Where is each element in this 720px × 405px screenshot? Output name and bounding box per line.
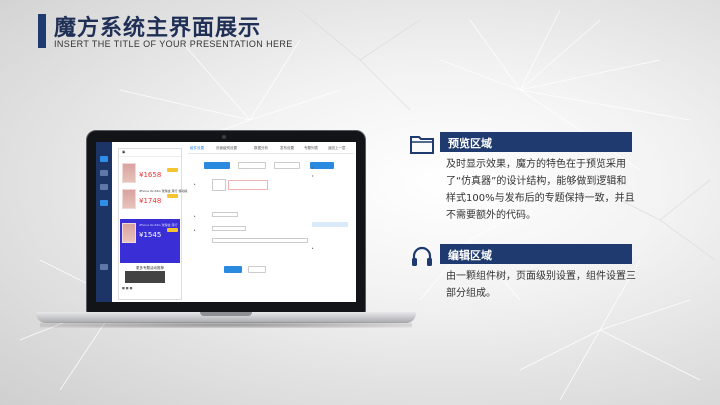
bottom-strip: ■ ■ ■ bbox=[122, 286, 133, 290]
sidebar-item-pages[interactable] bbox=[100, 184, 108, 190]
tab-publish-settings[interactable]: 发布设置 bbox=[280, 146, 294, 151]
buy-button[interactable] bbox=[167, 228, 178, 232]
sidebar-item-settings[interactable] bbox=[100, 264, 108, 270]
tab-back[interactable]: 返回上一层 bbox=[328, 146, 346, 151]
tree-node[interactable] bbox=[312, 214, 348, 219]
component-button[interactable] bbox=[204, 162, 230, 169]
product-price: ¥1748 bbox=[139, 197, 162, 205]
title-field[interactable] bbox=[212, 212, 238, 217]
tab-page-settings[interactable]: 页面级别设置 bbox=[216, 146, 237, 151]
link-select[interactable] bbox=[212, 226, 246, 231]
laptop-screen: ▣ ¥1658 iPhone 6s 64G 玫瑰金 港行 移动版 ¥1748 i… bbox=[96, 142, 356, 302]
url-field[interactable] bbox=[212, 238, 308, 243]
tree-node[interactable] bbox=[312, 230, 348, 235]
sidebar-item-toggle[interactable] bbox=[100, 200, 108, 206]
product-image bbox=[122, 189, 136, 209]
style-select[interactable] bbox=[274, 162, 300, 169]
tree-node[interactable]: ▾ bbox=[312, 166, 348, 171]
tree-node[interactable]: ▸ bbox=[312, 246, 348, 251]
buy-button[interactable] bbox=[167, 194, 178, 198]
app-logo: ▣ bbox=[122, 150, 126, 154]
product-price: ¥1545 bbox=[139, 231, 162, 239]
product-card[interactable]: iPhone 6s 64G 玫瑰金 港行 移动版 ¥1748 bbox=[122, 189, 188, 209]
cancel-button[interactable] bbox=[248, 266, 266, 273]
folder-icon bbox=[410, 136, 434, 154]
image-label: ▸ bbox=[194, 182, 196, 186]
tree-node[interactable] bbox=[312, 238, 348, 243]
laptop-shadow bbox=[40, 322, 412, 328]
preview-area-heading: 预览区域 bbox=[448, 137, 492, 150]
product-card[interactable]: iPhone 6s 64G 玫瑰金 港行 ¥1545 bbox=[122, 223, 178, 243]
app-sidebar bbox=[96, 142, 112, 302]
tree-node[interactable] bbox=[312, 182, 348, 187]
title-accent-bar bbox=[38, 14, 46, 48]
tree-node-selected[interactable] bbox=[312, 222, 348, 227]
headphones-icon bbox=[412, 246, 432, 266]
phone-topbar: ▣ bbox=[119, 149, 181, 157]
title-label: ▸ bbox=[194, 214, 196, 218]
product-name: iPhone 6s 64G 玫瑰金 港行 移动版 bbox=[139, 189, 188, 193]
laptop-notch bbox=[200, 312, 252, 316]
edit-area-heading: 编辑区域 bbox=[448, 249, 492, 262]
product-card[interactable]: ¥1658 bbox=[122, 163, 178, 183]
editor-tabs: 组件设置 页面级别设置 数据分析 发布设置 专题列表 返回上一层 bbox=[188, 146, 354, 154]
tab-topic-list[interactable]: 专题列表 bbox=[304, 146, 318, 151]
layout-select[interactable] bbox=[238, 162, 266, 169]
edit-area-header: 编辑区域 bbox=[440, 244, 632, 264]
tree-node[interactable] bbox=[312, 198, 348, 203]
preview-area-header: 预览区域 bbox=[440, 132, 632, 152]
sidebar-item-home[interactable] bbox=[100, 156, 108, 162]
sidebar-item-components[interactable] bbox=[100, 170, 108, 176]
page-title: 魔方系统主界面展示 bbox=[54, 16, 262, 41]
product-image bbox=[122, 163, 136, 183]
tree-node[interactable]: ▾ bbox=[312, 174, 348, 179]
save-button[interactable] bbox=[224, 266, 242, 273]
tree-node[interactable] bbox=[312, 206, 348, 211]
edit-area-description: 由一颗组件树，页面级别设置，组件设置三部分组成。 bbox=[446, 271, 636, 299]
tab-data-analysis[interactable]: 数据分析 bbox=[254, 146, 268, 151]
preview-area-description: 及时显示效果，魔方的特色在于预览采用了“仿真器”的设计结构，能够做到逻辑和样式1… bbox=[446, 159, 635, 221]
image-thumb[interactable] bbox=[212, 179, 226, 191]
tab-component-settings[interactable]: 组件设置 bbox=[190, 146, 204, 151]
product-price: ¥1658 bbox=[139, 171, 162, 179]
link-label: ▸ bbox=[194, 228, 196, 232]
chat-bubble bbox=[125, 271, 165, 283]
selected-component[interactable]: iPhone 6s 64G 玫瑰金 港行 ¥1545 bbox=[120, 219, 180, 263]
image-options[interactable] bbox=[228, 180, 268, 190]
product-name: iPhone 6s 64G 玫瑰金 港行 bbox=[139, 223, 178, 227]
editor-panel: 组件设置 页面级别设置 数据分析 发布设置 专题列表 返回上一层 ▸ ▸ ▸ ▾… bbox=[188, 142, 356, 302]
laptop-camera bbox=[222, 135, 226, 139]
product-image bbox=[122, 223, 136, 243]
page-subtitle: INSERT THE TITLE OF YOUR PRESENTATION HE… bbox=[54, 39, 293, 49]
tree-node[interactable] bbox=[312, 190, 348, 195]
phone-preview[interactable]: ▣ ¥1658 iPhone 6s 64G 玫瑰金 港行 移动版 ¥1748 i… bbox=[118, 148, 188, 300]
buy-button[interactable] bbox=[167, 168, 178, 172]
